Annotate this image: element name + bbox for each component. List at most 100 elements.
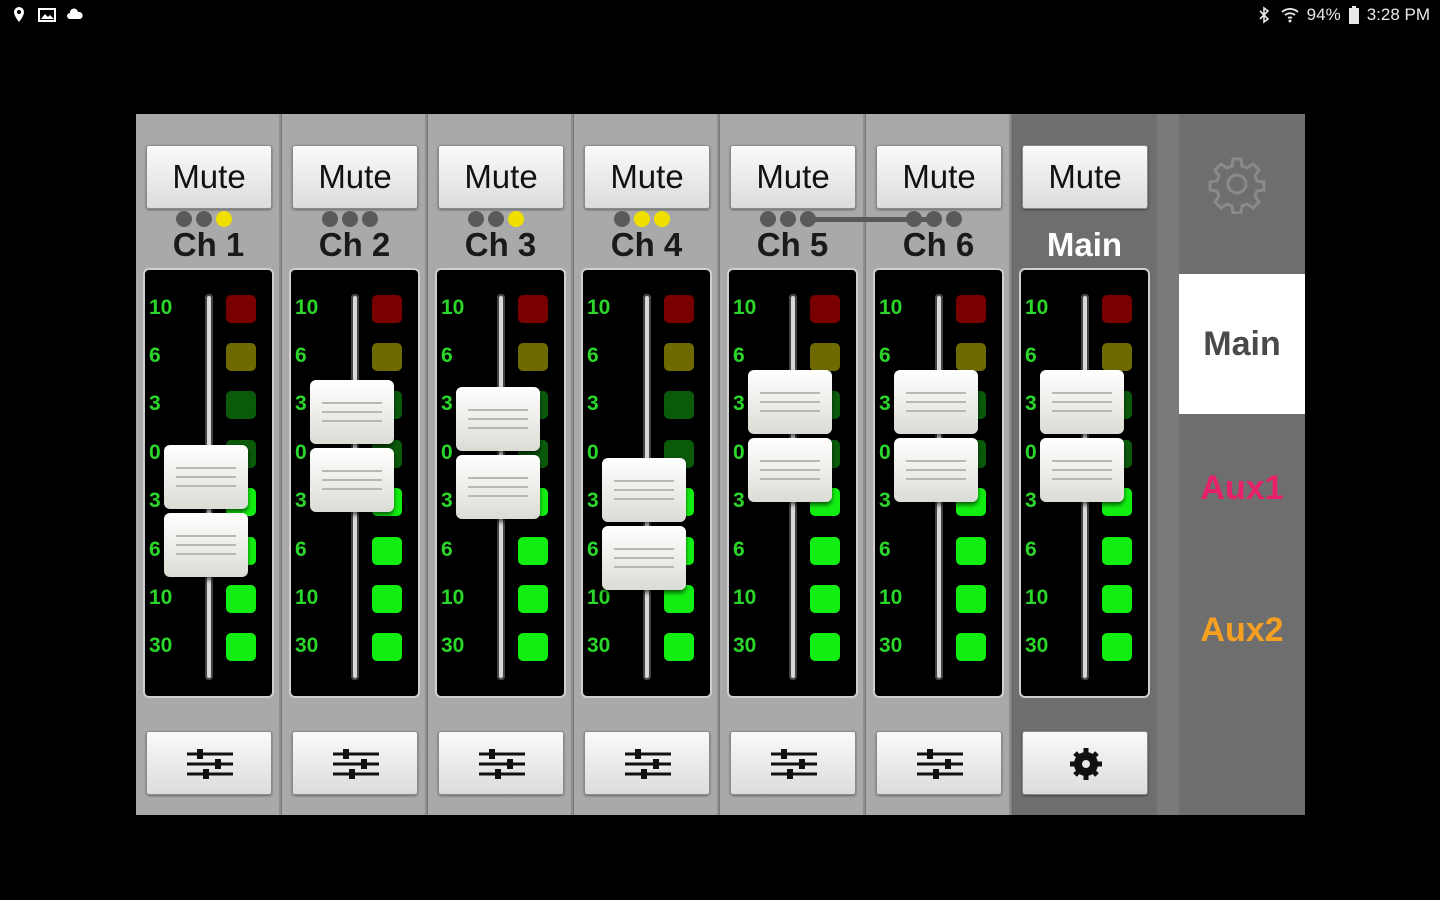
signal-dot: [342, 211, 358, 227]
channel-label[interactable]: Ch 2: [282, 226, 427, 264]
channel-strip: Mute Ch 1 10 6 3 0 3 6 10 30: [136, 114, 281, 815]
signal-dots: [322, 211, 378, 227]
channel-label[interactable]: Ch 1: [136, 226, 281, 264]
fader-knob[interactable]: [1040, 437, 1124, 502]
eq-settings-button[interactable]: [438, 731, 564, 795]
level-led: [372, 537, 402, 565]
db-tick: 3: [295, 489, 307, 512]
fader-knob[interactable]: [310, 447, 394, 512]
fader-knob[interactable]: [894, 437, 978, 502]
mix-tab-label: Main: [1203, 325, 1281, 363]
signal-dot: [508, 211, 524, 227]
signal-dots: [760, 211, 816, 227]
level-led: [372, 585, 402, 613]
mix-tab-aux2[interactable]: Aux2: [1179, 560, 1305, 700]
fader-knob[interactable]: [748, 369, 832, 434]
db-tick: 0: [149, 441, 161, 464]
mix-tab-aux1[interactable]: Aux1: [1179, 418, 1305, 558]
eq-sliders-icon: [625, 749, 671, 779]
settings-gear-icon[interactable]: [1207, 154, 1267, 214]
level-led: [518, 295, 548, 323]
fader-knob[interactable]: [456, 455, 540, 520]
fader-knob[interactable]: [164, 445, 248, 510]
db-tick: 10: [879, 296, 903, 319]
level-led: [956, 537, 986, 565]
eq-settings-button[interactable]: [584, 731, 710, 795]
db-tick: 3: [733, 489, 745, 512]
signal-dot: [468, 211, 484, 227]
main-settings-button[interactable]: [1022, 731, 1148, 795]
channel-label[interactable]: Ch 6: [866, 226, 1011, 264]
fader-meter: 10 6 3 0 3 6 10 30: [435, 268, 566, 698]
db-tick: 6: [587, 538, 599, 561]
mix-tab-main[interactable]: Main: [1179, 274, 1305, 414]
fader-knob[interactable]: [456, 387, 540, 452]
fader-knob[interactable]: [602, 457, 686, 522]
db-tick: 6: [295, 538, 307, 561]
db-tick: 6: [587, 344, 599, 367]
signal-dot: [614, 211, 630, 227]
mute-button[interactable]: Mute: [146, 145, 272, 209]
db-tick: 3: [441, 489, 453, 512]
db-tick: 3: [441, 392, 453, 415]
status-bar: 94% 3:28 PM: [0, 0, 1440, 32]
level-led: [518, 343, 548, 371]
status-right: 94% 3:28 PM: [1255, 5, 1430, 25]
level-led: [810, 537, 840, 565]
db-tick: 10: [441, 296, 465, 319]
db-tick: 30: [1025, 634, 1049, 657]
level-led: [956, 585, 986, 613]
fader-meter: 10 6 3 0 3 6 10 30: [289, 268, 420, 698]
level-led: [372, 633, 402, 661]
eq-settings-button[interactable]: [146, 731, 272, 795]
channel-label[interactable]: Ch 3: [428, 226, 573, 264]
fader-knob[interactable]: [894, 369, 978, 434]
level-led: [1102, 585, 1132, 613]
signal-dot: [488, 211, 504, 227]
db-tick: 6: [295, 344, 307, 367]
mix-tab-label: Aux2: [1200, 611, 1284, 649]
eq-settings-button[interactable]: [730, 731, 856, 795]
eq-settings-button[interactable]: [876, 731, 1002, 795]
mute-button[interactable]: Mute: [292, 145, 418, 209]
eq-sliders-icon: [333, 749, 379, 779]
signal-dot: [654, 211, 670, 227]
mute-button[interactable]: Mute: [584, 145, 710, 209]
signal-dot: [362, 211, 378, 227]
db-tick: 6: [149, 538, 161, 561]
db-tick: 3: [1025, 392, 1037, 415]
mute-button[interactable]: Mute: [438, 145, 564, 209]
signal-dot: [780, 211, 796, 227]
level-led: [664, 295, 694, 323]
level-led: [226, 585, 256, 613]
channel-label[interactable]: Ch 4: [574, 226, 719, 264]
signal-dot: [216, 211, 232, 227]
fader-knob[interactable]: [164, 513, 248, 578]
eq-settings-button[interactable]: [292, 731, 418, 795]
mute-button[interactable]: Mute: [876, 145, 1002, 209]
mute-button[interactable]: Mute: [730, 145, 856, 209]
mute-button[interactable]: Mute: [1022, 145, 1148, 209]
channel-label[interactable]: Ch 5: [720, 226, 865, 264]
fader-knob[interactable]: [1040, 369, 1124, 434]
channel-label[interactable]: Main: [1012, 226, 1157, 264]
eq-sliders-icon: [479, 749, 525, 779]
fader-meter: 10 6 3 0 3 6 10 30: [581, 268, 712, 698]
level-led: [810, 633, 840, 661]
signal-dot: [322, 211, 338, 227]
fader-knob[interactable]: [748, 437, 832, 502]
signal-dot: [176, 211, 192, 227]
level-led: [664, 391, 694, 419]
db-tick: 10: [733, 586, 757, 609]
level-led: [372, 343, 402, 371]
level-led: [226, 391, 256, 419]
signal-dot: [760, 211, 776, 227]
fader-knob[interactable]: [310, 379, 394, 444]
level-led: [664, 343, 694, 371]
db-tick: 10: [149, 296, 173, 319]
channel-strip: Mute Ch 3 10 6 3 0 3 6 10 30: [428, 114, 573, 815]
level-led: [1102, 343, 1132, 371]
fader-knob[interactable]: [602, 525, 686, 590]
mixer-panel: Main Aux1 Aux2 Mute Ch 1 10 6 3 0 3 6 10 30 Mute Ch…: [136, 114, 1305, 815]
db-tick: 3: [733, 392, 745, 415]
